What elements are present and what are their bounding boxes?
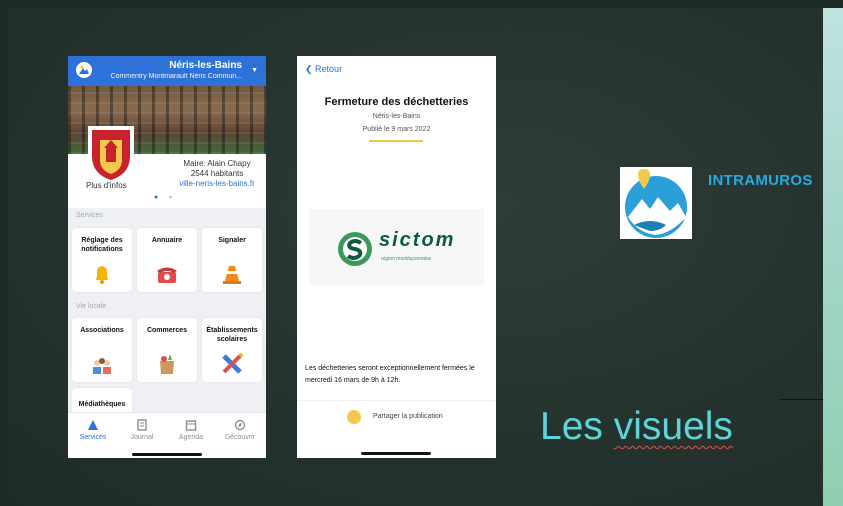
compass-icon	[234, 419, 246, 431]
adjacent-window-edge	[823, 8, 843, 506]
phone-icon	[157, 267, 177, 283]
sictom-logo-icon	[338, 232, 372, 266]
app-home-screen: Néris-les-Bains Commentry Montmarault Né…	[68, 56, 266, 458]
grocery-bag-icon	[160, 354, 174, 374]
bottom-tab-bar: Services Journal Agenda Découvrir	[68, 412, 266, 458]
bell-icon	[96, 266, 108, 284]
share-icon[interactable]	[347, 410, 361, 424]
tab-services[interactable]: Services	[69, 419, 117, 441]
tile-etablissements[interactable]: Établissements scolaires	[202, 318, 262, 382]
tab-journal[interactable]: Journal	[118, 419, 166, 441]
tile-signaler[interactable]: Signaler	[202, 228, 262, 292]
article-body: Les déchetteries seront exceptionnelleme…	[305, 365, 475, 384]
title-divider	[369, 140, 423, 142]
mayor-text: Maire: Alain Chapy	[183, 159, 251, 168]
chevron-down-icon[interactable]: ▼	[251, 67, 258, 74]
city-crest-icon	[88, 126, 134, 182]
sictom-wordmark: sictom	[379, 229, 456, 251]
city-name: Néris-les-Bains	[169, 60, 242, 71]
calendar-icon	[185, 420, 197, 431]
communes-list: Commentry Montmarault Néris Commun...	[110, 73, 242, 80]
brand-name: INTRAMUROS	[708, 172, 813, 189]
city-details: Maire: Alain Chapy 2544 habitants ville-…	[172, 159, 262, 189]
tab-decouvrir[interactable]: Découvrir	[216, 419, 264, 441]
tile-commerces[interactable]: Commerces	[137, 318, 197, 382]
decorative-line	[780, 399, 823, 400]
website-link[interactable]: ville-neris-les-bains.fr	[172, 179, 262, 189]
tile-associations[interactable]: Associations	[72, 318, 132, 382]
carousel-dots[interactable]: ●●	[154, 194, 182, 201]
article-date: Publié le 9 mars 2022	[362, 126, 431, 133]
chevron-left-icon: ❮	[305, 64, 316, 74]
tile-annuaire[interactable]: Annuaire	[137, 228, 197, 292]
article-location: Néris-les-Bains	[372, 113, 421, 120]
share-button[interactable]: Partager la publication	[373, 413, 443, 420]
newspaper-icon	[137, 419, 147, 431]
intramuros-logo-icon	[620, 167, 692, 239]
home-indicator[interactable]	[361, 452, 431, 455]
more-info-link[interactable]: Plus d'infos	[86, 181, 127, 190]
section-vie-locale-label: Vie locale	[76, 303, 107, 310]
slide-title: Les visuels	[540, 405, 733, 448]
home-indicator[interactable]	[132, 453, 202, 456]
population-text: 2544 habitants	[190, 169, 244, 178]
section-services-label: Services	[76, 212, 103, 219]
city-header[interactable]: Néris-les-Bains Commentry Montmarault Né…	[68, 56, 266, 86]
back-button[interactable]: ❮ Retour	[305, 64, 342, 75]
services-icon	[88, 420, 98, 430]
article-title: Fermeture des déchetteries	[324, 96, 469, 108]
sictom-region: région montluçonnaise	[381, 256, 432, 262]
pencil-ruler-icon	[222, 352, 244, 374]
tile-notifications[interactable]: Réglage des notifications	[72, 228, 132, 292]
article-screen: ❮ Retour Fermeture des déchetteries Néri…	[297, 56, 496, 458]
intramuros-app-icon	[76, 62, 92, 78]
divider	[297, 400, 496, 401]
tab-agenda[interactable]: Agenda	[167, 419, 215, 441]
people-icon	[93, 358, 111, 374]
traffic-cone-icon	[223, 266, 241, 284]
